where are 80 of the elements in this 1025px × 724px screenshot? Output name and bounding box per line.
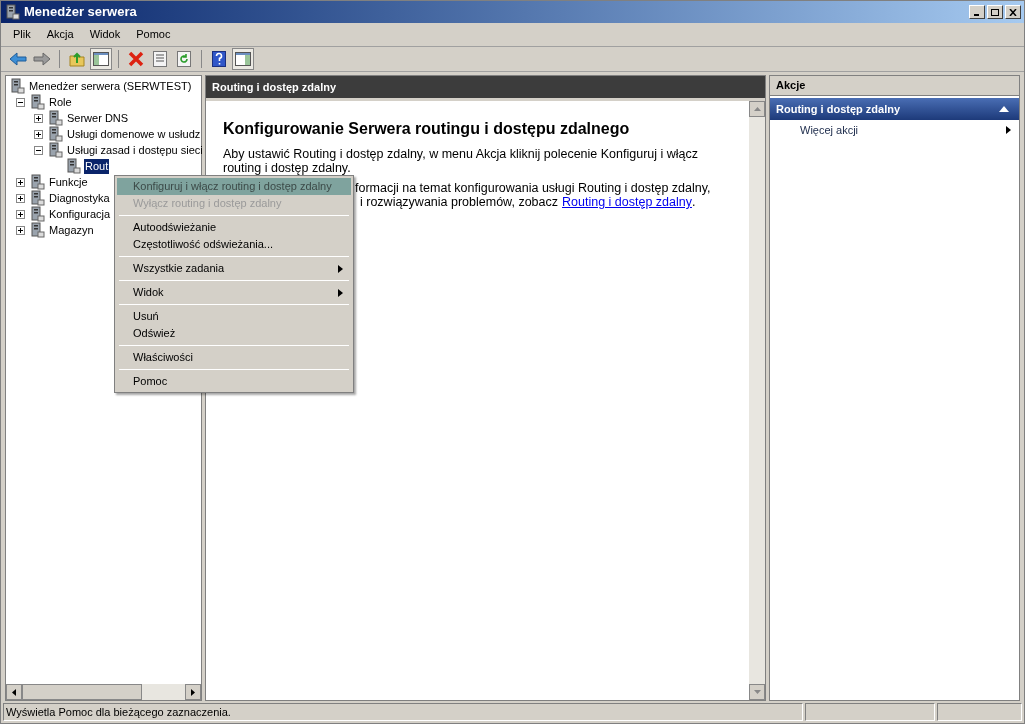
server-icon	[4, 4, 20, 20]
expand-icon[interactable]	[16, 225, 25, 235]
expand-icon[interactable]	[34, 113, 43, 123]
menu-item[interactable]: Akcja	[38, 26, 82, 43]
horizontal-scrollbar[interactable]	[6, 684, 201, 700]
folder-up-icon	[69, 51, 85, 67]
server-icon	[65, 158, 81, 174]
window-title: Menedżer serwera	[24, 3, 137, 22]
maximize-button[interactable]	[987, 5, 1003, 19]
collapse-icon[interactable]	[999, 106, 1009, 112]
status-text: Wyświetla Pomoc dla bieżącego zaznaczenia.	[6, 704, 231, 720]
back-arrow-icon	[9, 51, 27, 67]
section-title: Routing i dostęp zdalny	[776, 101, 901, 117]
context-menu-item[interactable]: Odśwież	[117, 325, 351, 342]
server-icon	[29, 190, 45, 206]
paragraph-line: Aby ustawić Routing i dostęp zdalny, w menu Akcja kliknij polecenie Konfiguruj i włącz	[223, 147, 699, 161]
tree-item[interactable]: Konfiguracja	[48, 206, 112, 222]
tree-item[interactable]: Usługi domenowe w usłudz	[66, 126, 202, 142]
tree-item[interactable]: Diagnostyka	[48, 190, 111, 206]
menu-item[interactable]: Plik	[5, 26, 39, 43]
pane-header: Routing i dostęp zdalny	[206, 76, 765, 98]
expand-icon[interactable]	[16, 209, 25, 219]
period-text: .	[691, 195, 696, 209]
context-menu-item[interactable]: Właściwości	[117, 349, 351, 366]
server-icon	[29, 206, 45, 222]
server-icon	[47, 110, 63, 126]
content-heading: Konfigurowanie Serwera routingu i dostępu zdalnego	[223, 119, 631, 139]
tree-item[interactable]: Role	[48, 94, 73, 110]
forward-arrow-icon	[33, 51, 51, 67]
actions-header: Akcje	[770, 76, 1019, 96]
tree-item[interactable]: Menedżer serwera (SERWTEST)	[28, 78, 193, 94]
submenu-arrow-icon	[1006, 126, 1011, 134]
server-icon	[47, 142, 63, 158]
context-menu-item[interactable]: Widok	[117, 284, 351, 301]
server-icon	[29, 94, 45, 110]
menu-item[interactable]: Pomoc	[128, 26, 179, 43]
expand-icon[interactable]	[16, 193, 25, 203]
action-item[interactable]: Więcej akcji	[770, 120, 1019, 140]
scroll-left-icon[interactable]	[12, 688, 16, 696]
action-label: Więcej akcji	[800, 122, 859, 138]
paragraph-line: routing i dostęp zdalny.	[223, 161, 352, 175]
toolbar-button[interactable]	[90, 48, 112, 70]
scroll-right-icon[interactable]	[191, 688, 195, 696]
tree-item[interactable]: Serwer DNS	[66, 110, 130, 126]
properties-icon	[153, 51, 167, 67]
maximize-icon	[991, 8, 999, 16]
toolbar-button[interactable]	[232, 48, 254, 70]
expand-icon[interactable]	[16, 177, 25, 187]
submenu-arrow-icon	[338, 288, 343, 297]
context-menu-item[interactable]: Częstotliwość odświeżania...	[117, 236, 351, 253]
help-icon	[212, 51, 226, 67]
tree-item[interactable]: Usługi zasad i dostępu sieci	[66, 142, 204, 158]
context-menu-item[interactable]: Autoodświeżanie	[117, 219, 351, 236]
help-link[interactable]: Routing i dostęp zdalny	[562, 195, 692, 209]
submenu-arrow-icon	[338, 264, 343, 273]
expand-icon[interactable]	[34, 129, 43, 139]
minimize-button[interactable]	[969, 5, 985, 19]
paragraph-line: i rozwiązywania problemów, zobacz	[360, 195, 558, 209]
close-icon	[1009, 8, 1017, 16]
server-icon	[29, 174, 45, 190]
tree-item[interactable]: Rout	[84, 158, 110, 174]
context-menu-item[interactable]: Wszystkie zadania	[117, 260, 351, 277]
close-button[interactable]	[1005, 5, 1021, 19]
context-menu-item[interactable]: Usuń	[117, 308, 351, 325]
tree-item[interactable]: Funkcje	[48, 174, 89, 190]
server-icon	[9, 78, 25, 94]
server-icon	[47, 126, 63, 142]
menu-item[interactable]: Widok	[81, 26, 129, 43]
collapse-icon[interactable]	[34, 145, 43, 155]
tree-item[interactable]: Magazyn	[48, 222, 95, 238]
tree-pane-icon	[93, 52, 109, 66]
action-pane-icon	[235, 52, 251, 66]
context-menu-item[interactable]: Pomoc	[117, 373, 351, 390]
paragraph-line: formacji na temat konfigurowania usługi Routing i dostęp zdalny,	[355, 181, 711, 195]
actions-section-header[interactable]: Routing i dostęp zdalny	[770, 98, 1019, 120]
collapse-icon[interactable]	[16, 97, 25, 107]
refresh-icon	[177, 51, 191, 67]
server-icon	[29, 222, 45, 238]
delete-icon	[128, 51, 144, 67]
context-menu-item[interactable]: Konfiguruj i włącz routing i dostęp zdalny	[117, 178, 351, 195]
